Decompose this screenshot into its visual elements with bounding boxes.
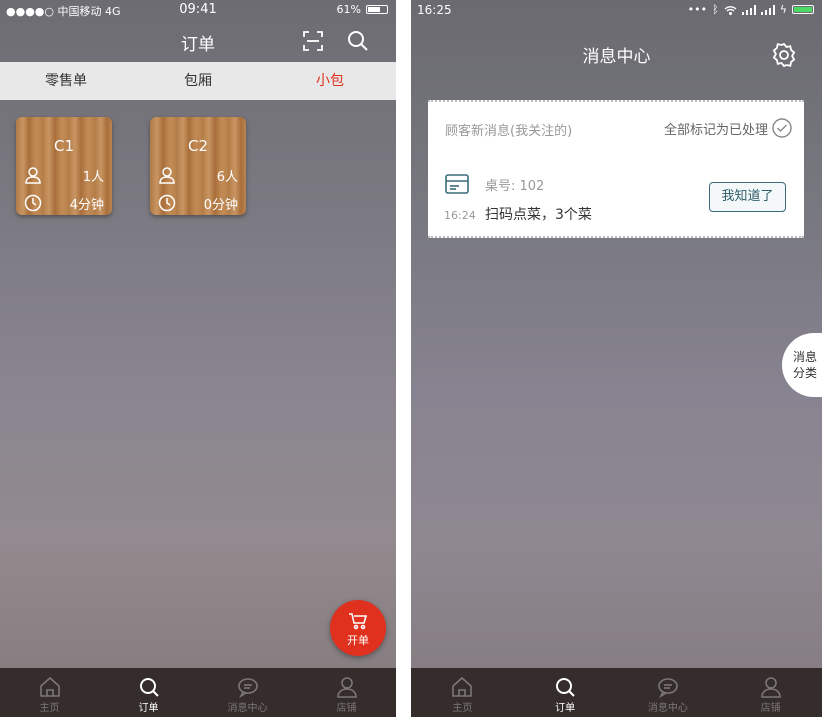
tab-messages[interactable]: 消息中心 (617, 668, 720, 717)
tab-bar: 主页 订单 消息中心 店铺 (411, 668, 822, 717)
tab-label: 店铺 (760, 703, 781, 714)
table-number: 桌号: 102 (485, 179, 545, 194)
tab-label: 订单 (555, 703, 576, 714)
status-bar: ●●●●○ 中国移动 4G 09:41 61% (0, 0, 396, 20)
search-icon (556, 678, 575, 697)
gear-icon[interactable] (771, 42, 797, 68)
people-count: 1人 (82, 169, 104, 185)
card-icon (445, 174, 469, 194)
tab-label: 主页 (39, 703, 60, 714)
person-icon (159, 167, 175, 184)
home-icon (452, 676, 473, 697)
clock: 16:25 (417, 3, 452, 17)
person-icon (760, 677, 781, 698)
tab-small-room[interactable]: 小包 (264, 62, 396, 100)
search-icon[interactable] (347, 30, 369, 52)
tab-store[interactable]: 店铺 (297, 668, 396, 717)
tab-orders[interactable]: 订单 (99, 668, 198, 717)
open-order-label: 开单 (347, 634, 369, 647)
home-icon (39, 676, 60, 697)
tab-bar: 主页 订单 消息中心 店铺 (0, 668, 396, 717)
tab-retail[interactable]: 零售单 (0, 62, 132, 100)
tab-messages[interactable]: 消息中心 (198, 668, 297, 717)
tab-orders[interactable]: 订单 (514, 668, 617, 717)
cart-icon (349, 613, 368, 630)
clock-icon (24, 194, 42, 212)
tab-home[interactable]: 主页 (0, 668, 99, 717)
section-label: 顾客新消息(我关注的) (445, 124, 573, 139)
page-title: 消息中心 (582, 47, 651, 67)
battery-percent: 61% (336, 3, 361, 16)
message-time: 16:24 (444, 209, 476, 222)
side-tab-line: 分类 (792, 366, 817, 380)
tab-label: 店铺 (336, 703, 357, 714)
tab-store[interactable]: 店铺 (719, 668, 822, 717)
message-card: 顾客新消息(我关注的) 全部标记为已处理 桌号: 102 16:24 扫码点菜，… (428, 100, 804, 238)
tab-home[interactable]: 主页 (411, 668, 514, 717)
room-card-c1[interactable]: C1 1人 4分钟 (16, 117, 112, 215)
person-icon (336, 677, 357, 698)
tab-label: 订单 (138, 703, 159, 714)
chat-icon (658, 678, 678, 699)
room-card-c2[interactable]: C2 6人 0分钟 (150, 117, 246, 215)
mark-all-label: 全部标记为已处理 (663, 122, 768, 138)
clock-icon (158, 194, 176, 212)
elapsed-time: 0分钟 (203, 197, 238, 213)
acknowledge-button[interactable]: 我知道了 (709, 182, 786, 212)
signal-dots-icon: ••• (687, 3, 708, 16)
search-icon (139, 678, 159, 697)
status-bar: 16:25 ••• ᛒ ϟ (411, 0, 822, 20)
orders-screen: ●●●●○ 中国移动 4G 09:41 61% 订单 零售单 包厢 小包 C1 … (0, 0, 396, 717)
tab-private-room[interactable]: 包厢 (132, 62, 264, 100)
order-type-tabs: 零售单 包厢 小包 (0, 62, 396, 100)
page-title: 订单 (181, 35, 215, 55)
room-name: C2 (187, 137, 209, 155)
bluetooth-icon: ᛒ (712, 3, 719, 16)
tab-label: 消息中心 (647, 703, 688, 714)
people-count: 6人 (216, 169, 238, 185)
battery-icon (792, 5, 814, 14)
room-name: C1 (53, 137, 75, 155)
check-circle-icon (772, 118, 792, 138)
signal-icon (741, 4, 756, 15)
nav-bar: 消息中心 (411, 20, 822, 68)
nav-bar: 订单 (0, 20, 396, 62)
message-detail: 扫码点菜，3个菜 (485, 207, 592, 223)
person-icon (25, 167, 41, 184)
open-order-button[interactable]: 开单 (330, 600, 386, 656)
tab-label: 消息中心 (227, 703, 268, 714)
battery-icon (366, 5, 388, 14)
tab-label: 主页 (452, 703, 473, 714)
wifi-icon (724, 5, 737, 15)
chat-icon (237, 678, 258, 699)
mark-all-read-button[interactable]: 全部标记为已处理 (664, 118, 792, 138)
charging-icon: ϟ (779, 3, 787, 16)
elapsed-time: 4分钟 (69, 197, 104, 213)
side-tab-line: 消息 (792, 350, 817, 364)
message-category-tab[interactable]: 消息 分类 (782, 333, 822, 397)
signal-icon (760, 4, 775, 15)
scan-icon[interactable] (302, 30, 324, 52)
message-center-screen: 16:25 ••• ᛒ ϟ 消息中心 顾客新消息(我关注的) 全部标记为已处理 … (411, 0, 822, 717)
